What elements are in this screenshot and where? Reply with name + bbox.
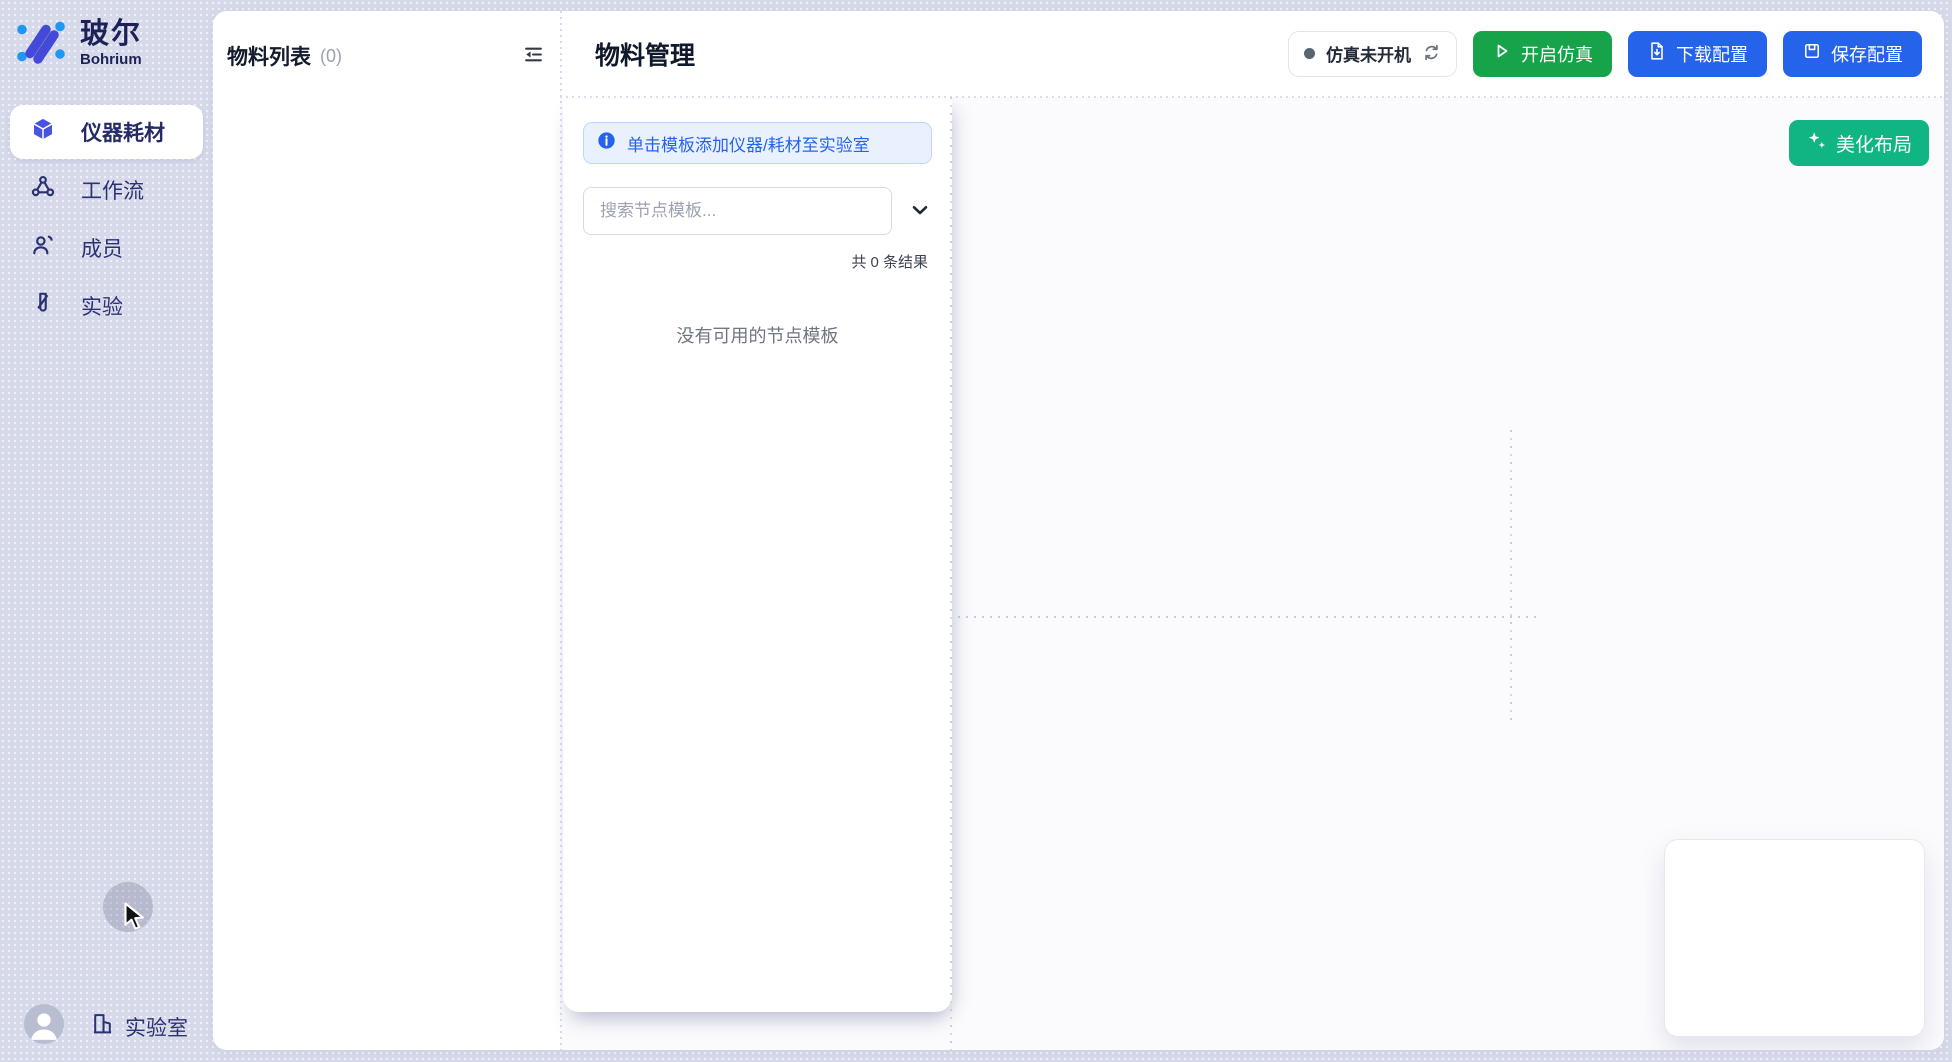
canvas-guide-horizontal (950, 616, 1542, 618)
brand-name: 玻尔 Bohrium (80, 19, 142, 68)
avatar[interactable] (24, 1004, 64, 1044)
material-list-count: (0) (320, 46, 342, 67)
beautify-layout-label: 美化布局 (1836, 130, 1912, 157)
cube-icon (30, 116, 56, 148)
sidebar-nav: 仪器耗材 工作流 成员 (10, 105, 203, 333)
material-list-title: 物料列表 (227, 41, 311, 71)
panel-divider (560, 11, 562, 1050)
menu-fold-icon (523, 44, 544, 68)
material-list-header: 物料列表 (0) (227, 41, 546, 71)
main-area: 物料管理 仿真未开机 (560, 11, 1944, 1050)
download-config-label: 下载配置 (1676, 41, 1748, 67)
sidebar-item-label: 工作流 (81, 175, 144, 205)
simulation-status-chip[interactable]: 仿真未开机 (1288, 31, 1457, 77)
workspace: 物料列表 (0) 物料管理 仿真未开机 (213, 11, 1944, 1050)
brand-name-zh: 玻尔 (80, 19, 142, 49)
empty-template-text: 没有可用的节点模板 (583, 322, 932, 348)
sidebar-item-label: 成员 (81, 233, 123, 263)
node-template-panel: 单击模板添加仪器/耗材至实验室 共 0 条结果 没有可用的节点模板 (563, 97, 952, 1012)
start-simulation-label: 开启仿真 (1521, 41, 1593, 67)
status-dot-icon (1304, 48, 1315, 59)
sidebar-item-label: 实验 (81, 291, 123, 321)
start-simulation-button[interactable]: 开启仿真 (1473, 31, 1612, 77)
workflow-icon (30, 174, 56, 206)
save-config-button[interactable]: 保存配置 (1783, 31, 1922, 77)
header-actions: 仿真未开机 (1288, 31, 1922, 77)
lab-switcher-label: 实验室 (125, 1012, 188, 1042)
layout-canvas[interactable]: 单击模板添加仪器/耗材至实验室 共 0 条结果 没有可用的节点模板 (560, 97, 1944, 1050)
header-separator (560, 96, 1944, 98)
search-row (583, 187, 932, 235)
info-icon (597, 131, 616, 155)
beautify-layout-button[interactable]: 美化布局 (1789, 120, 1929, 166)
collapse-panel-button[interactable] (521, 42, 546, 70)
material-list-panel: 物料列表 (0) (213, 11, 560, 1050)
experiment-icon (30, 290, 56, 322)
page-title: 物料管理 (595, 36, 695, 72)
expand-filter-button[interactable] (908, 198, 932, 225)
search-input[interactable] (583, 187, 892, 235)
minimap-panel (1664, 839, 1925, 1037)
play-icon (1492, 41, 1512, 66)
canvas-guide-vertical-2 (1510, 430, 1512, 721)
result-count: 共 0 条结果 (583, 251, 932, 272)
save-icon (1802, 41, 1822, 66)
chevron-down-icon (908, 198, 932, 225)
sidebar-item-instruments[interactable]: 仪器耗材 (10, 105, 203, 159)
hint-banner: 单击模板添加仪器/耗材至实验室 (583, 122, 932, 164)
lab-switcher[interactable]: 实验室 (90, 1011, 188, 1042)
refresh-icon (1422, 43, 1441, 65)
sparkles-icon (1806, 130, 1827, 157)
save-config-label: 保存配置 (1831, 41, 1903, 67)
bohrium-logo-icon (13, 13, 69, 74)
sidebar-item-workflow[interactable]: 工作流 (10, 163, 203, 217)
refresh-status-button[interactable] (1422, 43, 1441, 65)
hint-banner-text: 单击模板添加仪器/耗材至实验室 (627, 131, 870, 156)
simulation-status-label: 仿真未开机 (1326, 41, 1411, 66)
sidebar-item-experiment[interactable]: 实验 (10, 279, 203, 333)
sidebar-item-label: 仪器耗材 (81, 117, 165, 147)
brand-logo[interactable]: 玻尔 Bohrium (13, 13, 142, 74)
sidebar: 玻尔 Bohrium 仪器耗材 工作流 (0, 0, 212, 1062)
members-icon (30, 232, 56, 264)
building-icon (90, 1011, 115, 1042)
canvas-guide-vertical-1 (950, 97, 952, 1050)
page-header: 物料管理 仿真未开机 (560, 11, 1944, 96)
sidebar-item-members[interactable]: 成员 (10, 221, 203, 275)
brand-name-en: Bohrium (80, 52, 142, 68)
download-config-button[interactable]: 下载配置 (1628, 31, 1767, 77)
file-download-icon (1647, 41, 1667, 66)
sidebar-footer: 实验室 (0, 1002, 212, 1048)
